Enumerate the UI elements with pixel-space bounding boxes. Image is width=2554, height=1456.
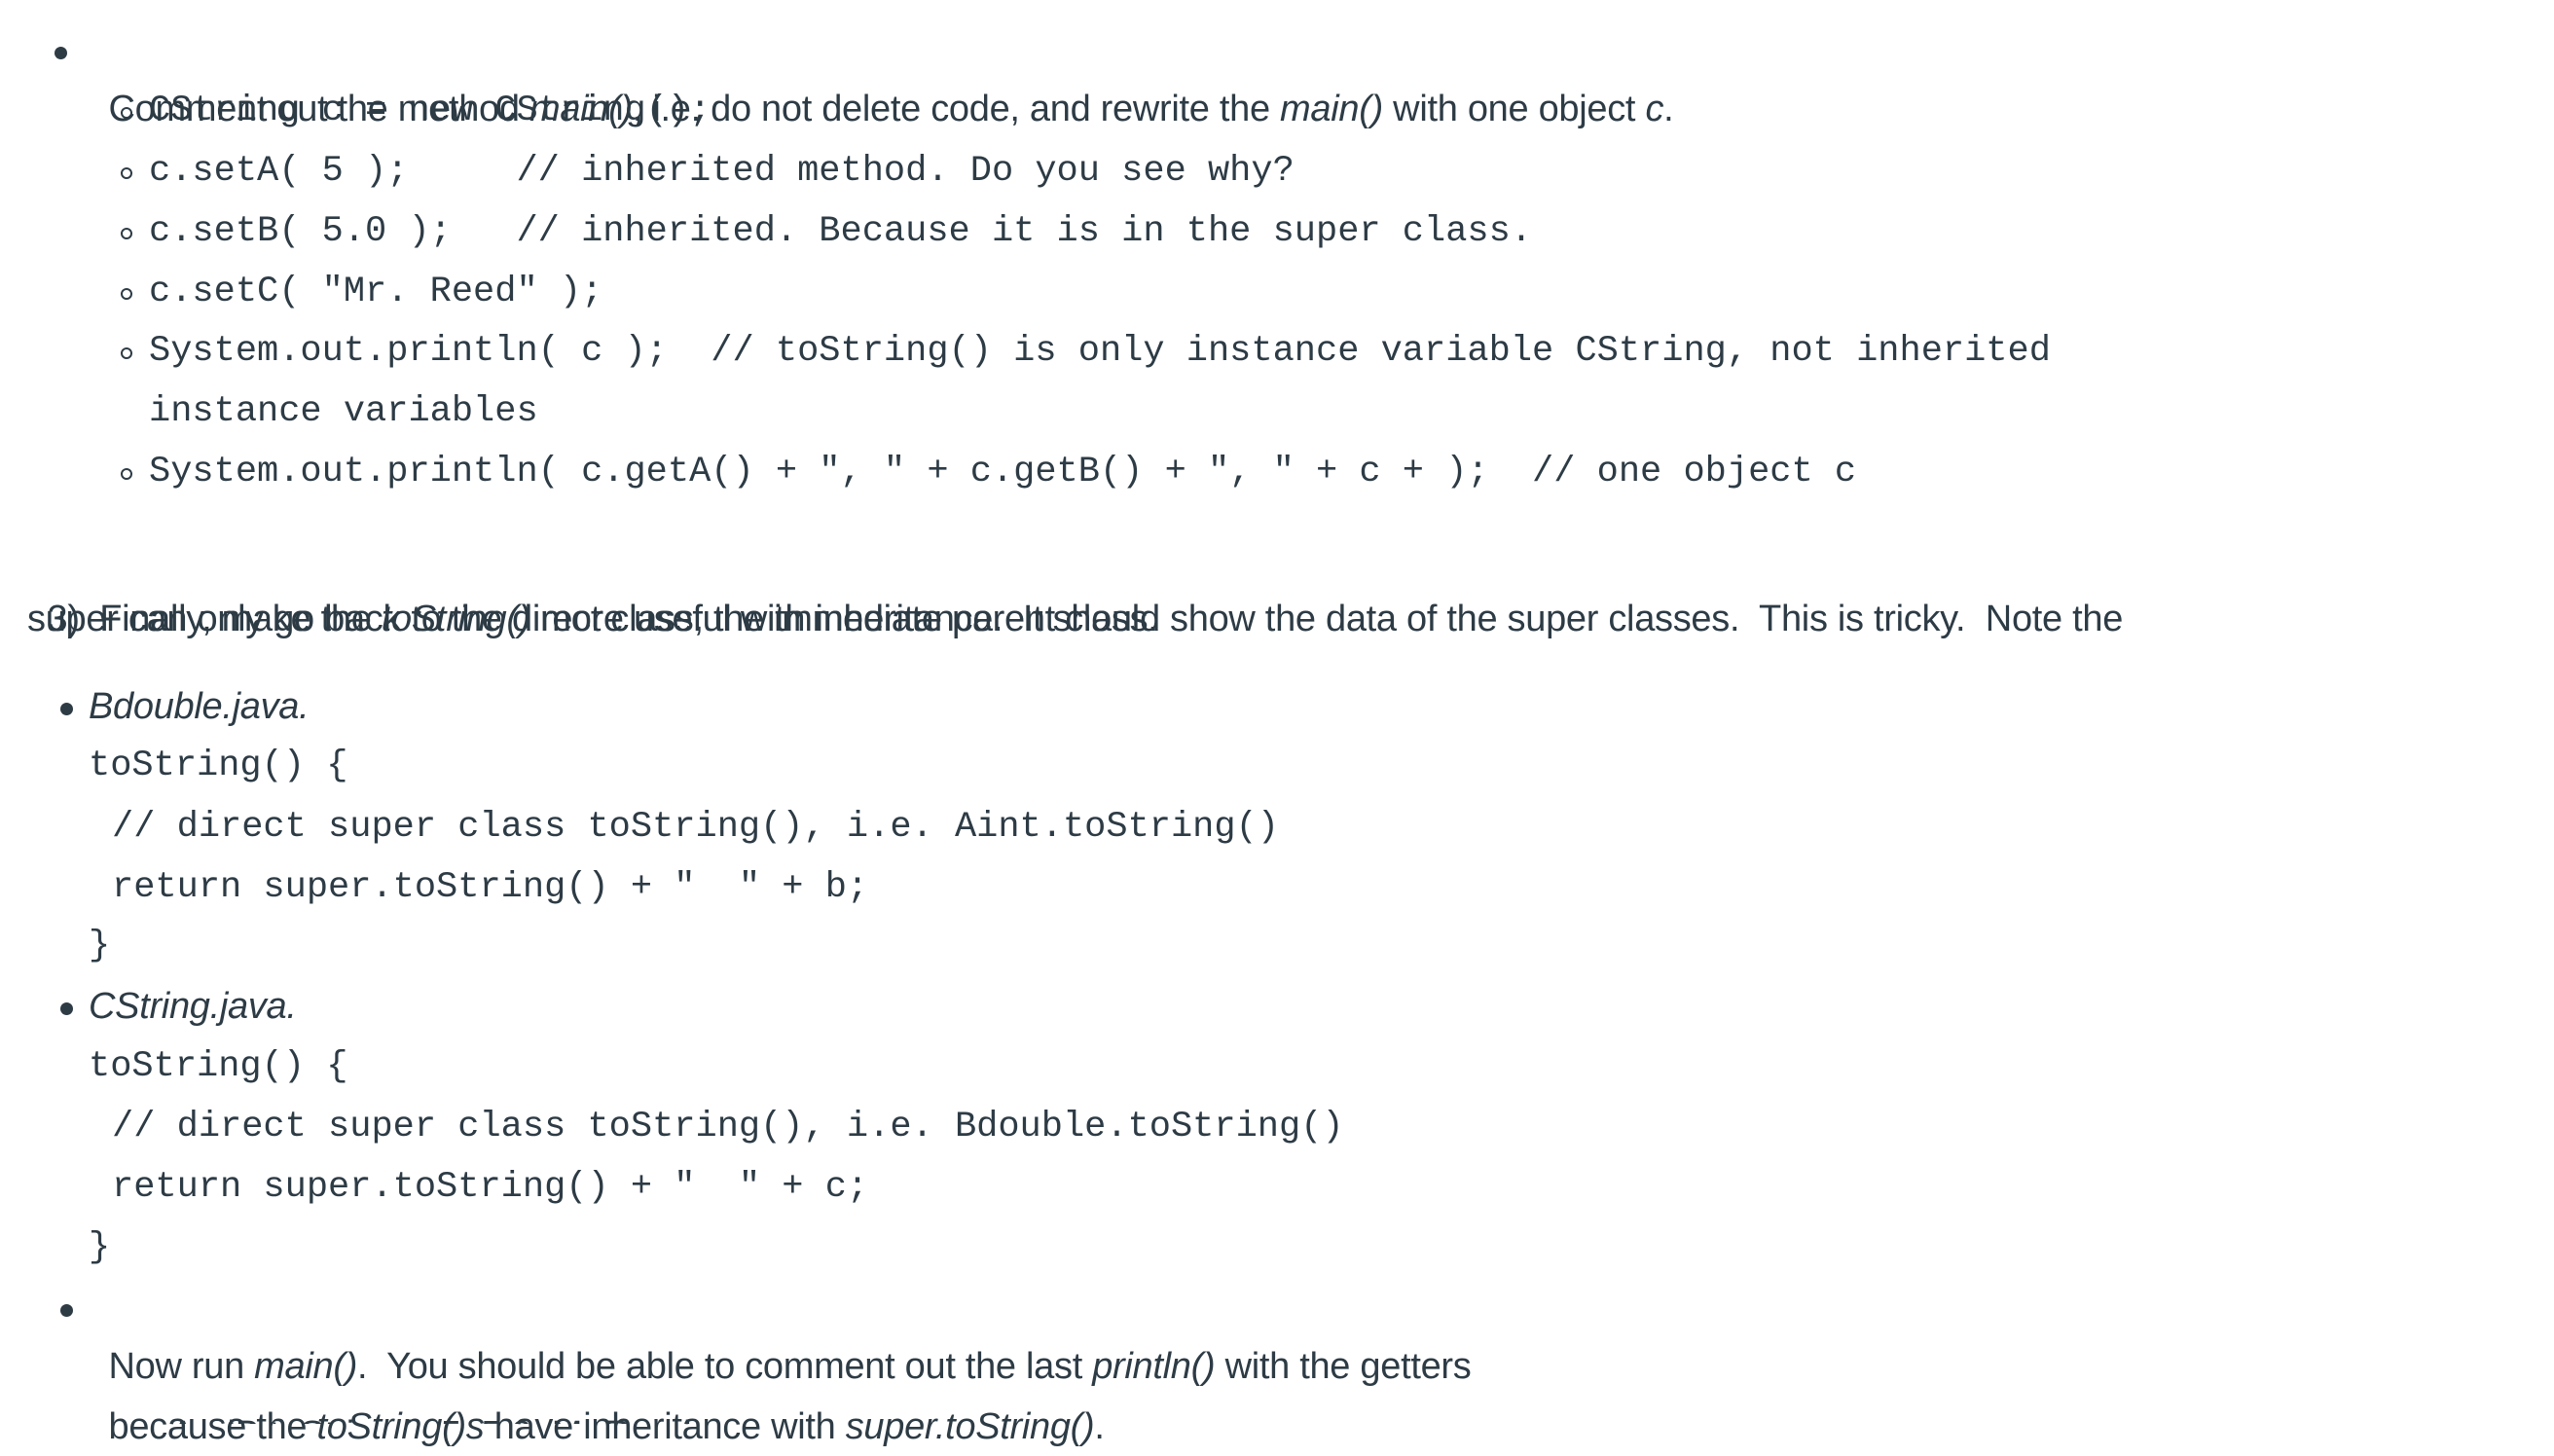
text-run: . bbox=[1663, 89, 1674, 129]
code-line: // direct super class toString(), i.e. B… bbox=[112, 1107, 1344, 1147]
code-line: toString() { bbox=[89, 1046, 348, 1087]
bullet-circle bbox=[121, 468, 132, 480]
code-line: // direct super class toString(), i.e. A… bbox=[112, 807, 1279, 848]
code-line: System.out.println( c.getA() + ", " + c.… bbox=[149, 452, 1857, 492]
run-instruction-line1: Now run main(). You should be able to co… bbox=[89, 1279, 1472, 1387]
clipped-output-text: AndB toString is 5, 5.0, Mr Reed bbox=[170, 1405, 692, 1424]
code-line-wrap: instance variables bbox=[149, 391, 538, 432]
text-run-italic: println() bbox=[1092, 1346, 1216, 1387]
step3-paragraph-line2: super can only go back to the direct cla… bbox=[27, 599, 1158, 639]
text-run: with one object bbox=[1382, 89, 1646, 129]
bullet-disc bbox=[60, 1304, 73, 1317]
code-line: } bbox=[89, 926, 111, 966]
code-line: CString c = new CString(); bbox=[149, 91, 711, 131]
bullet-disc bbox=[60, 1002, 73, 1015]
bullet-circle bbox=[121, 228, 132, 239]
bullet-circle bbox=[121, 107, 132, 119]
code-line: return super.toString() + " " + b; bbox=[112, 867, 869, 908]
text-run: with the getters bbox=[1215, 1346, 1472, 1387]
clipped-output-line: AndB toString is 5, 5.0, Mr Reed bbox=[0, 1398, 2554, 1424]
bullet-circle bbox=[121, 288, 132, 300]
text-run-italic: c bbox=[1645, 89, 1664, 129]
code-line: c.setC( "Mr. Reed" ); bbox=[149, 272, 603, 312]
bullet-disc bbox=[60, 703, 73, 715]
bullet-circle bbox=[121, 347, 132, 359]
cstring-file-label: CString.java. bbox=[89, 986, 297, 1027]
text-run: , i.e. do not delete code, and rewrite t… bbox=[632, 89, 1281, 129]
bdouble-file-label: Bdouble.java. bbox=[89, 686, 310, 727]
step2-instruction: Comment out the method main(), i.e. do n… bbox=[89, 21, 1674, 129]
code-line: } bbox=[89, 1227, 111, 1268]
run-instruction-line2: because the toString()s have inheritance… bbox=[89, 1339, 1105, 1447]
code-line: c.setA( 5 ); // inherited method. Do you… bbox=[149, 151, 1295, 192]
text-run-italic: main() bbox=[1280, 89, 1383, 129]
code-line: c.setB( 5.0 ); // inherited. Because it … bbox=[149, 211, 1533, 252]
code-line: System.out.println( c ); // toString() i… bbox=[149, 331, 2051, 372]
code-line: toString() { bbox=[89, 746, 348, 786]
code-line: return super.toString() + " " + c; bbox=[112, 1167, 869, 1208]
step3-paragraph-line1: 3) Finally, make the toString() more use… bbox=[27, 531, 2124, 639]
bullet-disc bbox=[55, 47, 67, 59]
bullet-circle bbox=[121, 167, 132, 179]
